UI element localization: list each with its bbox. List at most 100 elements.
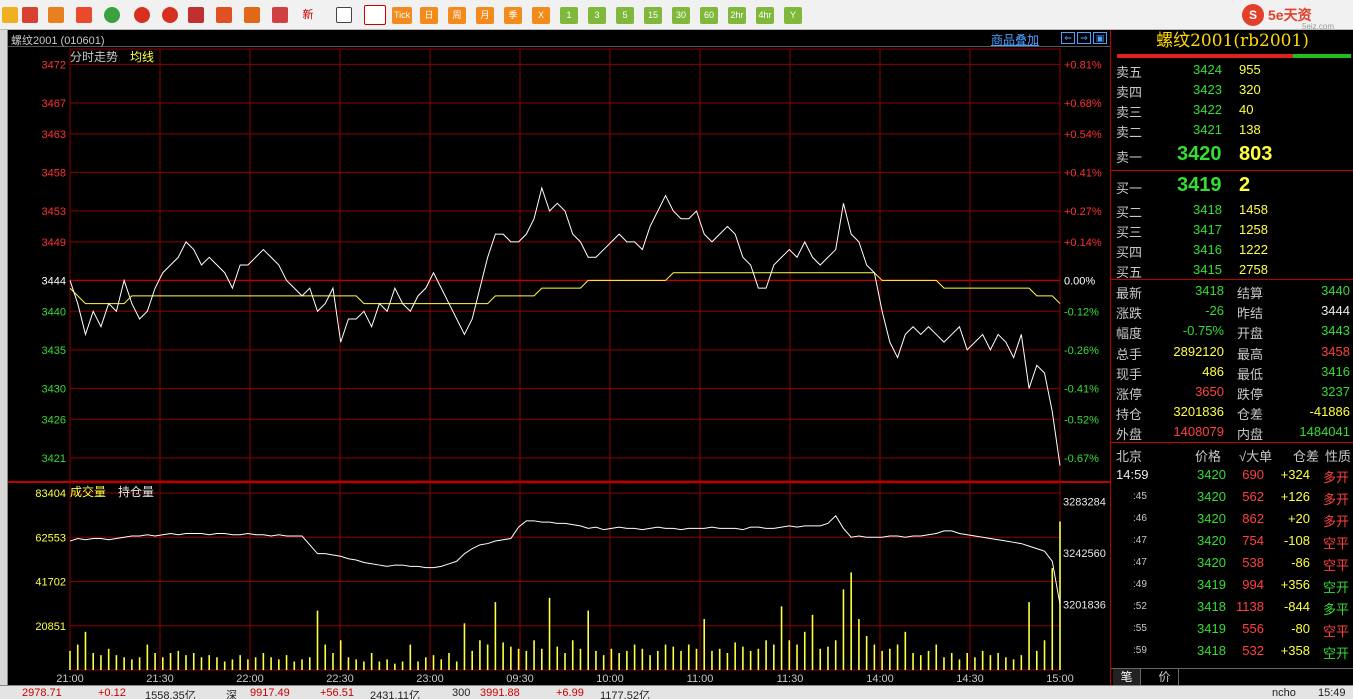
ticks-price-header: 价格 [1195,449,1222,464]
next-icon[interactable]: ⇒ [1077,32,1091,44]
chart-header: 螺纹2001 (010601) 商品叠加 ⇐ ⇒ ▣ [8,30,1110,47]
ask-price: 3423 [1193,82,1222,97]
pct-tick-label: -0.41% [1064,383,1099,395]
tick-volume: 562 [1242,489,1264,504]
bid-label: 买一 [1116,181,1143,196]
bid-row[interactable]: 买三 3417 1258 [1111,220,1353,240]
time-tick-label: 11:30 [777,673,804,685]
back-icon[interactable] [2,7,18,23]
tick-row: :55 3419 556 -80 空平 [1111,619,1353,639]
pct-tick-label: +0.54% [1064,129,1102,141]
stat-value: 3443 [1321,323,1350,339]
stat-row: 最新 3418 结算 3440 [1111,281,1353,301]
ticks-city: 北京 [1116,449,1143,464]
tick-volume: 538 [1242,555,1264,570]
time-tick-label: 15:00 [1046,673,1074,685]
stat-label: 最新 [1116,286,1143,301]
tick-oi-change: -108 [1283,533,1310,548]
stat-label: 现手 [1116,366,1143,382]
maximize-icon[interactable]: ▣ [1093,32,1107,44]
ask-label: 卖五 [1116,65,1143,80]
timeframe-button-7[interactable]: 3 [588,7,606,24]
status-item: 1177.52亿 [600,690,650,699]
zoom-in-icon[interactable] [134,7,150,23]
ask-row[interactable]: 卖五 3424 955 [1111,60,1353,80]
table-icon[interactable] [336,7,352,23]
timeframe-button-4[interactable]: 季 [504,7,522,24]
stat-value: 3458 [1321,343,1350,359]
volume-legend: 成交量 [70,484,106,499]
tab-price[interactable]: 价 [1151,669,1179,686]
bell-icon[interactable] [244,7,260,23]
tick-price: 3418 [1197,643,1226,658]
window-icon[interactable] [188,7,204,23]
filter-icon[interactable] [272,7,288,23]
price-tick-label: 3458 [42,167,66,179]
ask-row[interactable]: 卖三 3422 40 [1111,100,1353,120]
timeframe-button-11[interactable]: 60 [700,7,718,24]
prev-icon[interactable]: ⇐ [1061,32,1075,44]
bid-row[interactable]: 买五 3415 2758 [1111,260,1353,280]
oi-tick-label: 3283284 [1063,496,1106,508]
stat-row: 涨停 3650 跌停 3237 [1111,382,1353,402]
ask-price: 3422 [1193,102,1222,117]
tick-time: :47 [1133,535,1147,546]
stat-value: 486 [1202,363,1224,379]
ask-row[interactable]: 卖二 3421 138 [1111,120,1353,140]
tick-price: 3420 [1197,489,1226,504]
timeframe-button-10[interactable]: 30 [672,7,690,24]
home-icon[interactable] [22,7,38,23]
timeframe-button-8[interactable]: 5 [616,7,634,24]
book-icon[interactable] [48,7,64,23]
timeframe-button-2[interactable]: 周 [448,7,466,24]
intraday-chart[interactable]: 3472 +0.81% 3467 +0.68% 3463 +0.54% 3458 +0.41%… [8,47,1110,685]
new-icon[interactable]: 新 [300,7,316,23]
tick-nature: 空平 [1323,536,1350,551]
ask-label: 卖三 [1116,105,1143,120]
ticks-nature-header: 性质 [1325,449,1352,464]
draw-icon[interactable] [216,7,232,23]
bid-row[interactable]: 买一 3419 2 [1111,173,1353,199]
timeframe-button-13[interactable]: 4hr [756,7,774,24]
timeframe-button-5[interactable]: X [532,7,550,24]
timeframe-button-1[interactable]: 日 [420,7,438,24]
status-item: 9917.49 [250,687,290,699]
timeframe-button-14[interactable]: Y [784,7,802,24]
pct-tick-label: +0.68% [1064,98,1102,110]
ask-volume: 138 [1239,122,1261,137]
bid-row[interactable]: 买四 3416 1222 [1111,240,1353,260]
ask-price: 3424 [1193,62,1222,77]
bid-row[interactable]: 买二 3418 1458 [1111,200,1353,220]
f10-icon[interactable] [76,7,92,23]
tick-oi-change: -844 [1283,599,1310,614]
left-sidebar-strip[interactable] [0,30,8,685]
bid-price: 3419 [1177,174,1222,196]
oi-legend: 持仓量 [118,484,154,499]
ask-row[interactable]: 卖四 3423 320 [1111,80,1353,100]
commodity-overlay-link[interactable]: 商品叠加 [991,31,1039,48]
tick-oi-change: +20 [1287,511,1310,526]
status-clock: 15:49 [1318,687,1346,699]
refresh-icon[interactable] [104,7,120,23]
timeframe-button-0[interactable]: Tick [392,7,413,24]
status-item: 300 [452,687,471,699]
stat-label: 最低 [1237,366,1264,382]
ask-row[interactable]: 卖一 3420 803 [1111,142,1353,168]
stat-value: 3418 [1195,283,1224,298]
pct-tick-label: +0.41% [1064,167,1102,179]
time-tick-label: 22:00 [236,673,264,685]
brand-logo: S 5e天资 5eiz.com [1240,4,1352,31]
timeframe-button-12[interactable]: 2hr [728,7,746,24]
timeframe-button-3[interactable]: 月 [476,7,494,24]
stat-row: 现手 486 最低 3416 [1111,362,1353,382]
chart-icon[interactable] [364,5,386,25]
status-item: +6.99 [556,687,584,699]
tick-row: 14:59 3420 690 +324 多开 [1111,465,1353,485]
zoom-out-icon[interactable] [162,7,178,23]
timeframe-button-6[interactable]: 1 [560,7,578,24]
time-tick-label: 22:30 [326,673,354,685]
tick-price: 3420 [1197,511,1226,526]
timeframe-button-9[interactable]: 15 [644,7,662,24]
tab-ticks[interactable]: 笔 [1113,669,1141,686]
stat-label: 涨停 [1116,387,1143,402]
